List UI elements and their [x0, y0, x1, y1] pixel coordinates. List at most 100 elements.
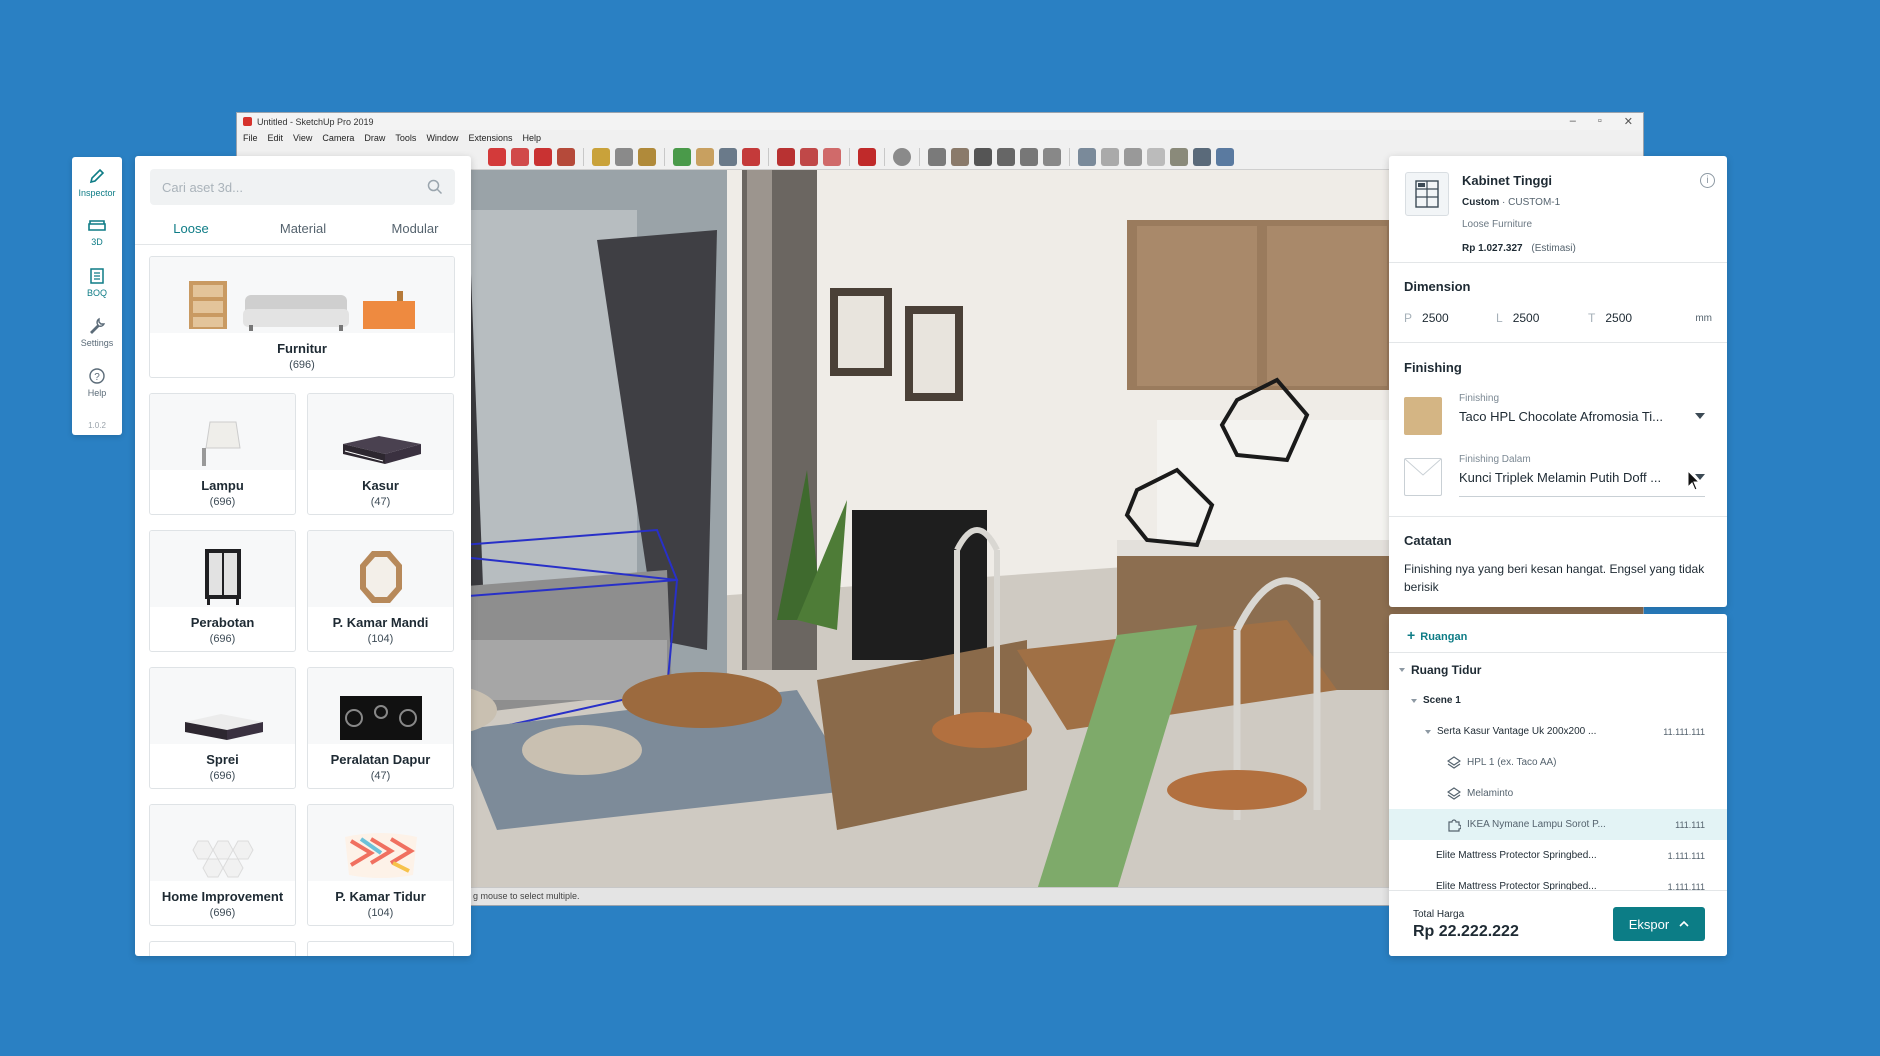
notes-text[interactable]: Finishing nya yang beri kesan hangat. En…: [1404, 560, 1712, 596]
top-view-icon[interactable]: [951, 148, 969, 166]
pan-tool-icon[interactable]: [696, 148, 714, 166]
boq-material-row[interactable]: HPL 1 (ex. Taco AA): [1389, 747, 1727, 778]
add-room-button[interactable]: + Ruangan: [1389, 614, 1727, 653]
inspector-header: Kabinet Tinggi Custom · CUSTOM-1 Loose F…: [1389, 156, 1727, 263]
export-button[interactable]: Ekspor: [1613, 907, 1705, 941]
caret-down-icon[interactable]: [1399, 667, 1405, 672]
asset-card-perabotan[interactable]: Perabotan (696): [149, 530, 296, 652]
menu-camera[interactable]: Camera: [322, 133, 354, 143]
dimension-t-value[interactable]: 2500: [1605, 311, 1632, 325]
info-icon[interactable]: i: [1700, 173, 1715, 188]
paint-tool-icon[interactable]: [638, 148, 656, 166]
chevron-up-icon: [1679, 920, 1689, 927]
asset-card-home-improvement[interactable]: Home Improvement (696): [149, 804, 296, 926]
help-icon: ?: [89, 367, 105, 384]
front-view-icon[interactable]: [974, 148, 992, 166]
search-input[interactable]: [162, 179, 427, 195]
sketchup-logo-icon: [243, 117, 252, 126]
ruby-icon[interactable]: [858, 148, 876, 166]
layout-icon[interactable]: [823, 148, 841, 166]
asset-card-lampu[interactable]: Lampu (696): [149, 393, 296, 515]
rail-item-help[interactable]: ? Help: [72, 357, 122, 407]
finishing-value[interactable]: Taco HPL Chocolate Afromosia Ti...: [1459, 409, 1677, 424]
tab-modular[interactable]: Modular: [359, 213, 471, 244]
caret-down-icon[interactable]: [1411, 698, 1417, 703]
menu-file[interactable]: File: [243, 133, 258, 143]
finishing-dalam-value[interactable]: Kunci Triplek Melamin Putih Doff ...: [1459, 470, 1677, 485]
caret-down-icon[interactable]: [1425, 729, 1431, 734]
right-view-icon[interactable]: [997, 148, 1015, 166]
scene-name: Scene 1: [1423, 695, 1461, 706]
asset-card-count: (696): [289, 359, 315, 371]
xray-style-icon[interactable]: [1078, 148, 1096, 166]
tab-material[interactable]: Material: [247, 213, 359, 244]
extension-warehouse-icon[interactable]: [800, 148, 818, 166]
boq-item-row[interactable]: Serta Kasur Vantage Uk 200x200 ... 11.11…: [1389, 716, 1727, 747]
maximize-icon[interactable]: ▫: [1598, 115, 1602, 128]
account-icon[interactable]: [893, 148, 911, 166]
rail-item-inspector[interactable]: Inspector: [72, 157, 122, 207]
asset-card-sprei[interactable]: Sprei (696): [149, 667, 296, 789]
asset-card-furnitur[interactable]: Furnitur (696): [149, 256, 455, 378]
asset-card-kamar-mandi[interactable]: P. Kamar Mandi (104): [307, 530, 454, 652]
zoom-tool-icon[interactable]: [719, 148, 737, 166]
shaded-style-icon[interactable]: [1147, 148, 1165, 166]
textured-style-icon[interactable]: [1170, 148, 1188, 166]
hidden-line-style-icon[interactable]: [1124, 148, 1142, 166]
finishing-label: Finishing: [1459, 393, 1500, 404]
close-icon[interactable]: ✕: [1624, 115, 1633, 128]
rail-item-boq[interactable]: BOQ: [72, 257, 122, 307]
nightstand-icon: [363, 291, 415, 329]
tape-tool-icon[interactable]: [592, 148, 610, 166]
dimension-unit: mm: [1695, 312, 1712, 324]
push-pull-tool-icon[interactable]: [488, 148, 506, 166]
iso-view-icon[interactable]: [928, 148, 946, 166]
asset-card-kasur[interactable]: Kasur (47): [307, 393, 454, 515]
room-row[interactable]: Ruang Tidur: [1389, 654, 1727, 685]
asset-search[interactable]: [150, 169, 455, 205]
menu-view[interactable]: View: [293, 133, 312, 143]
boq-accessory-row[interactable]: IKEA Nymane Lampu Sorot P... 111.111: [1389, 809, 1727, 840]
dimension-t-field[interactable]: T 2500: [1588, 311, 1680, 325]
zoom-extents-icon[interactable]: [742, 148, 760, 166]
dimension-p-field[interactable]: P 2500: [1404, 311, 1496, 325]
chevron-down-icon[interactable]: [1695, 413, 1705, 419]
monochrome-style-icon[interactable]: [1193, 148, 1211, 166]
notes-section: Catatan Finishing nya yang beri kesan ha…: [1389, 517, 1727, 612]
tab-loose[interactable]: Loose: [135, 213, 247, 244]
move-tool-icon[interactable]: [511, 148, 529, 166]
left-view-icon[interactable]: [1043, 148, 1061, 166]
finishing-dalam-select[interactable]: Finishing Dalam Kunci Triplek Melamin Pu…: [1404, 454, 1705, 498]
orbit-tool-icon[interactable]: [673, 148, 691, 166]
rotate-tool-icon[interactable]: [534, 148, 552, 166]
menu-help[interactable]: Help: [522, 133, 541, 143]
wireframe-style-icon[interactable]: [1101, 148, 1119, 166]
back-view-icon[interactable]: [1020, 148, 1038, 166]
rail-item-settings[interactable]: Settings: [72, 307, 122, 357]
active-style-icon[interactable]: [1216, 148, 1234, 166]
menu-extensions[interactable]: Extensions: [468, 133, 512, 143]
dimension-l-field[interactable]: L 2500: [1496, 311, 1588, 325]
warehouse-icon[interactable]: [777, 148, 795, 166]
asset-card-peralatan-dapur[interactable]: Peralatan Dapur (47): [307, 667, 454, 789]
scale-tool-icon[interactable]: [557, 148, 575, 166]
left-rail: Inspector 3D BOQ Settings ? Help 1.0.2: [72, 157, 122, 435]
menu-edit[interactable]: Edit: [268, 133, 284, 143]
text-tool-icon[interactable]: [615, 148, 633, 166]
menu-draw[interactable]: Draw: [364, 133, 385, 143]
finishing-select[interactable]: Finishing Taco HPL Chocolate Afromosia T…: [1404, 393, 1705, 437]
boq-item-row[interactable]: Elite Mattress Protector Springbed... 1.…: [1389, 840, 1727, 871]
rail-item-label: 3D: [91, 236, 103, 247]
rail-item-3d[interactable]: 3D: [72, 207, 122, 257]
dimension-p-value[interactable]: 2500: [1422, 311, 1449, 325]
boq-material-row[interactable]: Melaminto: [1389, 778, 1727, 809]
menu-tools[interactable]: Tools: [395, 133, 416, 143]
minimize-icon[interactable]: –: [1570, 115, 1576, 128]
dimension-l-value[interactable]: 2500: [1513, 311, 1540, 325]
menu-window[interactable]: Window: [426, 133, 458, 143]
scene-row[interactable]: Scene 1: [1389, 685, 1727, 716]
asset-card-partial[interactable]: [149, 941, 296, 956]
search-icon[interactable]: [427, 179, 443, 195]
asset-card-partial[interactable]: [307, 941, 454, 956]
asset-card-kamar-tidur[interactable]: P. Kamar Tidur (104): [307, 804, 454, 926]
